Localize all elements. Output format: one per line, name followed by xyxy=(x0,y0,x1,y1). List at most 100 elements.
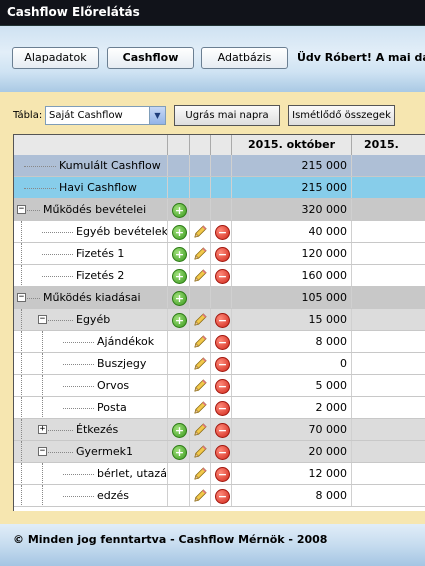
delete-icon[interactable]: − xyxy=(215,357,230,372)
table-row-posta[interactable]: Posta −2 000 xyxy=(14,397,425,419)
next-month-value-cell[interactable] xyxy=(352,463,425,484)
recurring-amounts-button[interactable]: Ismétlődő összegek xyxy=(288,105,395,126)
column-header-month-2[interactable]: 2015. nove xyxy=(352,135,425,171)
table-row-edzes[interactable]: edzés −8 000 xyxy=(14,485,425,507)
table-row-berlet-utazas[interactable]: bérlet, utazás −12 000 xyxy=(14,463,425,485)
pencil-icon[interactable] xyxy=(193,334,208,349)
next-month-value-cell[interactable] xyxy=(352,441,425,462)
pencil-icon[interactable] xyxy=(193,356,208,371)
month-value-cell[interactable]: 160 000 xyxy=(232,265,352,286)
pencil-icon[interactable] xyxy=(193,312,208,327)
delete-icon[interactable]: − xyxy=(215,445,230,460)
expand-icon[interactable]: + xyxy=(38,425,47,434)
next-month-value-cell[interactable] xyxy=(352,265,425,286)
pencil-icon[interactable] xyxy=(193,466,208,481)
next-month-value-cell[interactable] xyxy=(352,375,425,396)
pencil-icon[interactable] xyxy=(193,400,208,415)
add-icon[interactable]: + xyxy=(172,291,187,306)
add-icon[interactable]: + xyxy=(172,269,187,284)
month-value-cell[interactable]: 215 000 xyxy=(232,155,352,176)
table-row-egyeb[interactable]: − Egyéb + −15 000 xyxy=(14,309,425,331)
month-value-cell[interactable]: 8 000 xyxy=(232,485,352,506)
add-cell xyxy=(168,155,190,176)
table-row-etkezes[interactable]: + Étkezés + −70 000 xyxy=(14,419,425,441)
add-icon[interactable]: + xyxy=(172,203,187,218)
month-value-cell[interactable]: 2 000 xyxy=(232,397,352,418)
delete-icon[interactable]: − xyxy=(215,379,230,394)
next-month-value-cell[interactable] xyxy=(352,397,425,418)
table-row-fizetes-2[interactable]: Fizetés 2 + −160 000 xyxy=(14,265,425,287)
edit-cell xyxy=(190,243,211,264)
pencil-icon[interactable] xyxy=(193,268,208,283)
month-value-cell[interactable]: 40 000 xyxy=(232,221,352,242)
pencil-icon[interactable] xyxy=(193,246,208,261)
month-value-cell[interactable]: 12 000 xyxy=(232,463,352,484)
delete-icon[interactable]: − xyxy=(215,247,230,262)
nav-button-adatbazis[interactable]: Adatbázis xyxy=(201,47,288,69)
next-month-value-cell[interactable] xyxy=(352,221,425,242)
pencil-icon[interactable] xyxy=(193,224,208,239)
next-month-value-cell[interactable] xyxy=(352,243,425,264)
nav-button-alapadatok[interactable]: Alapadatok xyxy=(12,47,99,69)
month-value-cell[interactable]: 120 000 xyxy=(232,243,352,264)
goto-today-button[interactable]: Ugrás mai napra xyxy=(174,105,280,126)
tree-vline xyxy=(42,375,43,396)
next-month-value-cell[interactable] xyxy=(352,287,425,308)
next-month-value-cell[interactable] xyxy=(352,177,425,198)
table-row-havi-cashflow[interactable]: Havi Cashflow 215 000 xyxy=(14,177,425,199)
delete-icon[interactable]: − xyxy=(215,401,230,416)
delete-icon[interactable]: − xyxy=(215,335,230,350)
pencil-icon[interactable] xyxy=(193,422,208,437)
delete-icon[interactable]: − xyxy=(215,423,230,438)
month-value-cell[interactable]: 5 000 xyxy=(232,375,352,396)
row-label: Működés kiadásai xyxy=(43,291,141,304)
pencil-icon[interactable] xyxy=(193,378,208,393)
month-value-cell[interactable]: 105 000 xyxy=(232,287,352,308)
table-row-mukodes-kiadasai[interactable]: − Működés kiadásai +105 000 xyxy=(14,287,425,309)
cashflow-grid: 2015. október 2015. nove Kumulált Cashfl… xyxy=(13,134,425,511)
add-icon[interactable]: + xyxy=(172,423,187,438)
month-value-cell[interactable]: 20 000 xyxy=(232,441,352,462)
add-icon[interactable]: + xyxy=(172,445,187,460)
collapse-icon[interactable]: − xyxy=(17,205,26,214)
delete-icon[interactable]: − xyxy=(215,489,230,504)
delete-icon[interactable]: − xyxy=(215,313,230,328)
table-row-mukodes-bevetelei[interactable]: − Működés bevételei +320 000 xyxy=(14,199,425,221)
add-icon[interactable]: + xyxy=(172,313,187,328)
month-value-cell[interactable]: 70 000 xyxy=(232,419,352,440)
chevron-down-icon[interactable]: ▼ xyxy=(149,107,165,124)
table-row-gyermek1[interactable]: − Gyermek1 + −20 000 xyxy=(14,441,425,463)
next-month-value-cell[interactable] xyxy=(352,331,425,352)
delete-icon[interactable]: − xyxy=(215,269,230,284)
table-row-egyeb-bevetelek[interactable]: Egyéb bevételek + −40 000 xyxy=(14,221,425,243)
nav-button-cashflow[interactable]: Cashflow xyxy=(107,47,194,69)
next-month-value-cell[interactable] xyxy=(352,485,425,506)
next-month-value-cell[interactable] xyxy=(352,199,425,220)
next-month-value-cell[interactable] xyxy=(352,353,425,374)
collapse-icon[interactable]: − xyxy=(38,447,47,456)
add-icon[interactable]: + xyxy=(172,225,187,240)
next-month-value-cell[interactable] xyxy=(352,309,425,330)
table-row-orvos[interactable]: Orvos −5 000 xyxy=(14,375,425,397)
delete-icon[interactable]: − xyxy=(215,225,230,240)
table-row-fizetes-1[interactable]: Fizetés 1 + −120 000 xyxy=(14,243,425,265)
table-select[interactable]: Saját Cashflow ▼ xyxy=(45,106,166,125)
month-value-cell[interactable]: 15 000 xyxy=(232,309,352,330)
pencil-icon[interactable] xyxy=(193,444,208,459)
table-row-ajandekok[interactable]: Ajándékok −8 000 xyxy=(14,331,425,353)
next-month-value-cell[interactable] xyxy=(352,155,425,176)
pencil-icon[interactable] xyxy=(193,488,208,503)
next-month-value-cell[interactable] xyxy=(352,419,425,440)
column-header-month-1[interactable]: 2015. október xyxy=(232,135,352,155)
month-value-cell[interactable]: 0 xyxy=(232,353,352,374)
collapse-icon[interactable]: − xyxy=(38,315,47,324)
add-icon[interactable]: + xyxy=(172,247,187,262)
delete-icon[interactable]: − xyxy=(215,467,230,482)
table-row-buszjegy[interactable]: Buszjegy −0 xyxy=(14,353,425,375)
month-value-cell[interactable]: 8 000 xyxy=(232,331,352,352)
month-value-cell[interactable]: 215 000 xyxy=(232,177,352,198)
row-label: Ajándékok xyxy=(97,335,155,348)
month-value-cell[interactable]: 320 000 xyxy=(232,199,352,220)
collapse-icon[interactable]: − xyxy=(17,293,26,302)
table-row-kumulalt-cashflow[interactable]: Kumulált Cashflow 215 000 xyxy=(14,155,425,177)
